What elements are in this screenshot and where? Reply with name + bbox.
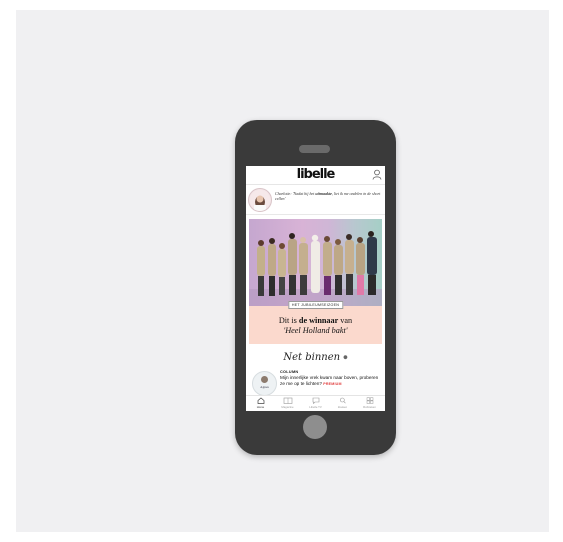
tab-label: Zoeken (337, 405, 348, 409)
search-icon (339, 397, 346, 404)
quote-teaser[interactable]: Charlotte: 'Nadat hij het uitmaakte, lie… (246, 185, 385, 215)
top-bar: libelle (246, 166, 385, 185)
hero-image[interactable] (249, 219, 382, 306)
tab-rubrieken[interactable]: Rubrieken (356, 397, 383, 411)
article-title: Mijn innerlijke vrek kwam naar boven, pr… (280, 375, 379, 386)
hero-label-chip: HET JUBILEUMSEIZOEN (287, 301, 344, 309)
thumb-name: Agnes (260, 385, 269, 389)
hero-card[interactable]: HET JUBILEUMSEIZOEN Dit is de winnaar va… (249, 301, 382, 344)
tab-home[interactable]: Home (247, 397, 274, 411)
hero-headline: Dit is de winnaar van 'Heel Holland bakt' (278, 316, 353, 335)
list-item[interactable]: Agnes COLUMN Mijn innerlijke vrek kwam n… (250, 369, 382, 396)
account-icon[interactable] (372, 169, 382, 180)
premium-badge: PREMIUM (323, 381, 342, 386)
home-icon (257, 397, 264, 404)
app-logo[interactable]: libelle (246, 167, 385, 182)
tab-label: Home (256, 405, 265, 409)
background-canvas: libelle Charlotte: 'Nadat hij het uitmaa… (16, 10, 549, 532)
phone-speaker (299, 145, 330, 153)
tab-label: Magazine (281, 405, 294, 409)
grid-icon (366, 397, 373, 404)
tab-label: Libelle TV (309, 405, 322, 409)
tab-zoeken[interactable]: Zoeken (329, 397, 356, 411)
author-face (261, 376, 268, 383)
live-dot-icon: ● (343, 354, 348, 361)
magazine-icon (283, 397, 292, 404)
group-photo (249, 231, 382, 306)
quote-avatar (248, 188, 272, 212)
tab-libelle-tv[interactable]: Libelle TV (302, 397, 329, 411)
tab-label: Rubrieken (363, 405, 376, 409)
tab-magazine[interactable]: Magazine (274, 397, 301, 411)
phone-frame: libelle Charlotte: 'Nadat hij het uitmaa… (235, 120, 396, 455)
bottom-tab-bar: Home Magazine Libelle TV Zoeken Rubrieke… (246, 395, 385, 411)
phone-home-button[interactable] (303, 415, 327, 439)
article-kicker: COLUMN (280, 370, 299, 374)
quote-text: Charlotte: 'Nadat hij het uitmaakte, lie… (275, 191, 381, 201)
phone-screen: libelle Charlotte: 'Nadat hij het uitmaa… (246, 166, 385, 411)
section-title: Net binnen ● (283, 352, 348, 363)
chat-icon (312, 397, 319, 404)
column-thumbnail: Agnes (252, 371, 277, 396)
